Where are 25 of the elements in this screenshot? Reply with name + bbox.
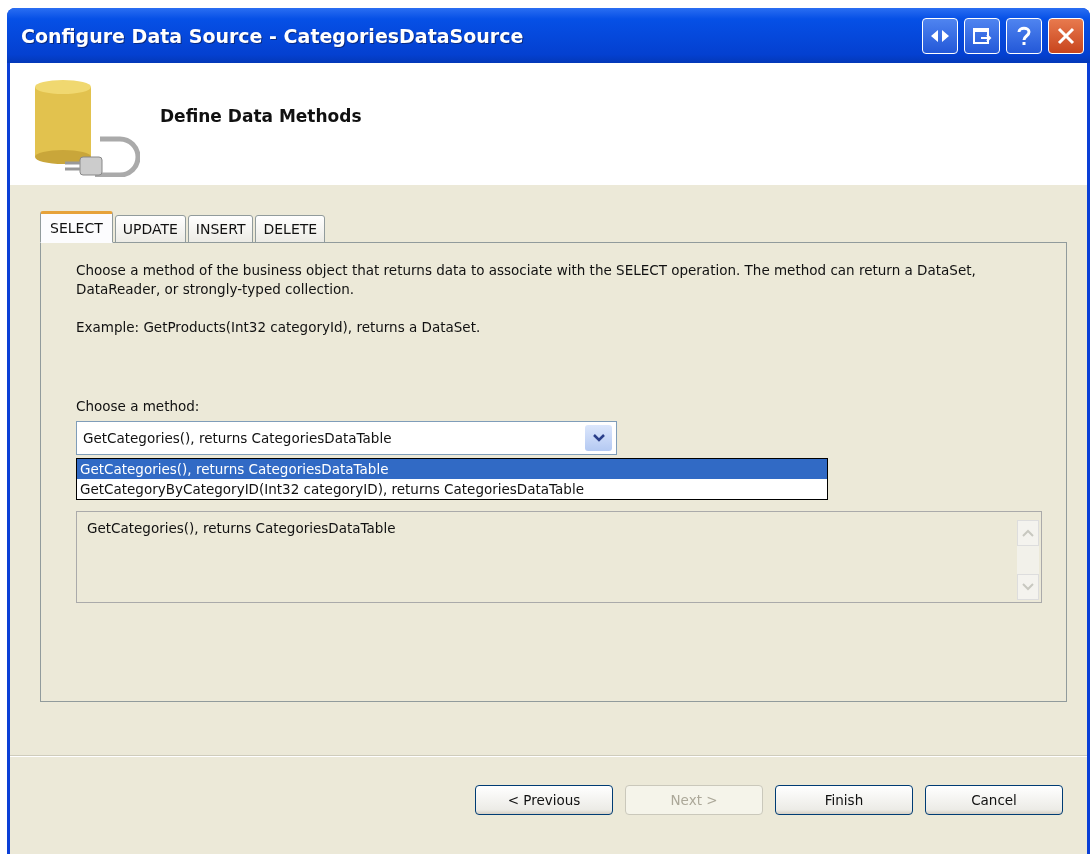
example-text: Example: GetProducts(Int32 categoryId), returns a DataSet. [76,318,482,337]
tab[interactable]: SELECT [40,211,113,243]
left-right-arrows-icon [930,28,950,43]
help-icon [1016,24,1032,47]
close-icon [1057,26,1075,45]
dialog-button[interactable]: Cancel [925,785,1063,815]
tab[interactable]: DELETE [255,215,326,243]
dropdown-option[interactable]: GetCategories(), returns CategoriesDataTable [77,459,827,479]
tab[interactable]: UPDATE [114,215,186,243]
window-title: Configure Data Source - CategoriesDataSource [21,24,524,47]
method-label: Choose a method: [76,398,201,414]
close-button[interactable] [1048,17,1084,54]
page-heading: Define Data Methods [160,106,362,126]
dialog-button[interactable]: < Previous [475,785,613,815]
chevron-down-icon [1022,583,1034,591]
help-button[interactable] [1006,17,1042,54]
method-signature-box: GetCategories(), returns CategoriesDataTable [76,511,1042,603]
chevron-down-icon [592,434,605,442]
dialog-button[interactable]: Finish [775,785,913,815]
tab[interactable]: INSERT [187,215,254,243]
window-button[interactable] [964,17,1000,54]
chevron-up-icon [1022,529,1034,537]
resize-button[interactable] [922,17,958,54]
method-dropdown[interactable]: GetCategories(), returns CategoriesDataTable [76,421,617,455]
description-text: Choose a method of the business object that returns data to associate with the SELECT operation. The method can return a DataSet, DataReader, or strongly-typed collection. [76,261,977,299]
